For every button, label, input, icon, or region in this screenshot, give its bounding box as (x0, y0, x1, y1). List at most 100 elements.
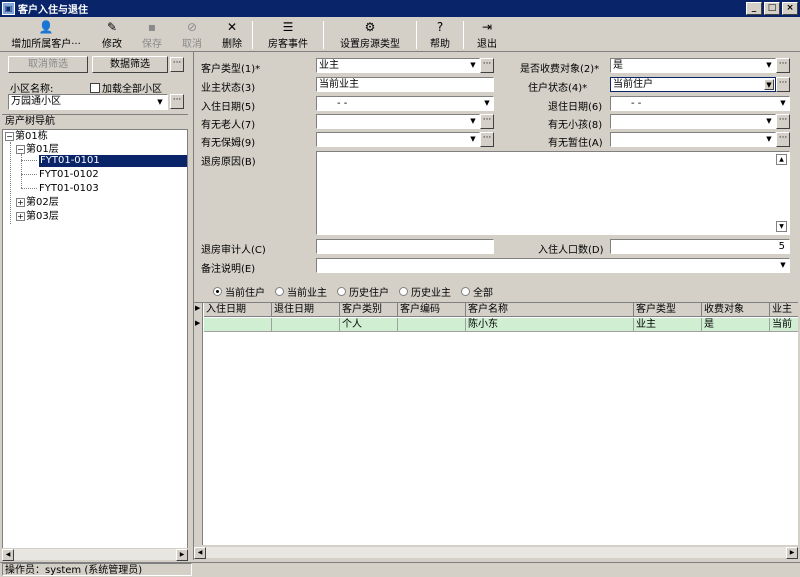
col-charge-target[interactable]: 收费对象 (702, 303, 770, 317)
elderly-more-button[interactable]: ··· (480, 114, 494, 129)
col-customer-category[interactable]: 客户类别 (340, 303, 398, 317)
exit-button[interactable]: ⇥ 退出 (464, 17, 510, 52)
tree-node-room-0103[interactable]: FYT01-0103 (39, 183, 99, 195)
remarks-label: 备注说明(E) (201, 264, 256, 275)
chevron-down-icon[interactable]: ▼ (154, 96, 166, 108)
owner-status-field[interactable]: 当前业主 (316, 77, 494, 92)
status-bar: 操作员：system (系统管理员) (0, 562, 800, 577)
temp-resident-more-button[interactable]: ··· (776, 132, 790, 147)
filter-more-button[interactable]: ··· (170, 57, 184, 72)
children-more-button[interactable]: ··· (776, 114, 790, 129)
scroll-right-icon[interactable]: ▶ (786, 547, 798, 559)
nanny-more-button[interactable]: ··· (480, 132, 494, 147)
community-more-button[interactable]: ··· (170, 94, 184, 109)
tenant-events-button[interactable]: ☰ 房客事件 (253, 17, 323, 52)
expand-icon[interactable]: + (16, 198, 25, 207)
chevron-down-icon[interactable]: ▼ (764, 79, 774, 90)
chevron-down-icon[interactable]: ▼ (764, 60, 774, 71)
chevron-down-icon[interactable]: ▼ (778, 260, 788, 271)
scroll-left-icon[interactable]: ◀ (194, 547, 206, 559)
community-select[interactable]: 万园通小区 ▼ (8, 94, 168, 110)
help-button[interactable]: ? 帮助 (417, 17, 463, 52)
grid-hscrollbar[interactable]: ◀ ▶ (194, 546, 798, 559)
chevron-down-icon[interactable]: ▼ (778, 98, 788, 109)
table-cell[interactable] (272, 318, 340, 332)
col-checkout-date[interactable]: 退住日期 (272, 303, 340, 317)
cancel-filter-button[interactable]: 取消筛选 (8, 56, 88, 73)
occupants-input[interactable]: 5 (610, 239, 790, 254)
table-cell[interactable] (398, 318, 466, 332)
chevron-down-icon[interactable]: ▼ (468, 116, 478, 127)
col-checkin-date[interactable]: 入住日期 (204, 303, 272, 317)
save-button[interactable]: ▪ 保存 (132, 17, 172, 52)
edit-button[interactable]: ✎ 修改 (92, 17, 132, 52)
table-cell[interactable]: 业主 (634, 318, 702, 332)
chevron-down-icon[interactable]: ▼ (764, 134, 774, 145)
radio-history-owner[interactable]: 历史业主 (399, 284, 451, 299)
is-charge-select[interactable]: 是 ▼ (610, 58, 776, 73)
set-house-type-button[interactable]: ⚙ 设置房源类型 (324, 17, 416, 52)
customer-type-select[interactable]: 业主 ▼ (316, 58, 480, 73)
radio-all[interactable]: 全部 (461, 284, 493, 299)
maximize-button[interactable]: □ (764, 2, 780, 15)
children-select[interactable]: ▼ (610, 114, 776, 129)
tree-node-floor3[interactable]: + 第03层 (16, 211, 59, 223)
collapse-icon[interactable]: − (16, 145, 25, 154)
resident-status-more-button[interactable]: ··· (776, 77, 790, 92)
tree-header: 房产树导航 (2, 114, 188, 128)
row-indicator-icon: ▶ (195, 319, 201, 327)
table-cell[interactable]: 是 (702, 318, 770, 332)
table-cell[interactable]: 个人 (340, 318, 398, 332)
checkout-date-picker[interactable]: - - ▼ (610, 96, 790, 111)
tree-node-room-0102[interactable]: FYT01-0102 (39, 169, 99, 181)
delete-button[interactable]: ✕ 删除 (212, 17, 252, 52)
minimize-button[interactable]: _ (746, 2, 762, 15)
col-owner[interactable]: 业主 (770, 303, 798, 317)
add-customer-button[interactable]: 👤 增加所属客户··· (0, 17, 92, 52)
chevron-down-icon[interactable]: ▼ (468, 60, 478, 71)
col-customer-type[interactable]: 客户类型 (634, 303, 702, 317)
scroll-up-icon[interactable]: ▲ (776, 154, 787, 165)
scroll-right-icon[interactable]: ▶ (176, 549, 188, 561)
collapse-icon[interactable]: − (5, 132, 14, 141)
cancel-button[interactable]: ⊘ 取消 (172, 17, 212, 52)
expand-icon[interactable]: + (16, 212, 25, 221)
is-charge-more-button[interactable]: ··· (776, 58, 790, 73)
table-cell[interactable]: 陈小东 (466, 318, 634, 332)
col-customer-name[interactable]: 客户名称 (466, 303, 634, 317)
tree-node-building[interactable]: − 第01栋 (5, 131, 48, 143)
auditor-input[interactable] (316, 239, 494, 254)
chevron-down-icon[interactable]: ▼ (468, 134, 478, 145)
window-title: 客户入住与退住 (18, 5, 88, 16)
load-all-checkbox[interactable]: 加载全部小区 (90, 80, 162, 95)
radio-current-resident[interactable]: 当前住户 (213, 284, 265, 299)
tree-hscrollbar[interactable]: ◀ ▶ (2, 548, 188, 561)
chevron-down-icon[interactable]: ▼ (482, 98, 492, 109)
radio-current-owner[interactable]: 当前业主 (275, 284, 327, 299)
elderly-select[interactable]: ▼ (316, 114, 480, 129)
radio-icon (213, 286, 222, 296)
table-cell[interactable] (204, 318, 272, 332)
tree-node-room-0101[interactable]: FYT01-0101 (39, 155, 187, 167)
table-cell[interactable]: 当前 (770, 318, 798, 332)
add-user-icon: 👤 (38, 20, 54, 34)
data-filter-button[interactable]: 数据筛选 (92, 56, 168, 73)
checkin-date-picker[interactable]: - - ▼ (316, 96, 494, 111)
chevron-down-icon[interactable]: ▼ (764, 116, 774, 127)
col-customer-code[interactable]: 客户编码 (398, 303, 466, 317)
customer-grid[interactable]: ▶ ▶ 入住日期 退住日期 客户类别 客户编码 客户名称 客户类型 收费对象 业… (194, 302, 798, 545)
tree-line (21, 160, 37, 161)
scroll-down-icon[interactable]: ▼ (776, 221, 787, 232)
radio-history-resident[interactable]: 历史住户 (337, 284, 389, 299)
scroll-left-icon[interactable]: ◀ (2, 549, 14, 561)
checkbox-icon (90, 83, 100, 93)
close-button[interactable]: × (782, 2, 798, 15)
remarks-select[interactable]: ▼ (316, 258, 790, 273)
temp-resident-select[interactable]: ▼ (610, 132, 776, 147)
customer-type-more-button[interactable]: ··· (480, 58, 494, 73)
property-tree[interactable]: − 第01栋 − 第01层 FYT01-0101 FYT01-0102 FYT01-… (2, 129, 188, 549)
nanny-select[interactable]: ▼ (316, 132, 480, 147)
resident-status-select[interactable]: 当前住户 ▼ (610, 77, 776, 92)
checkout-reason-textarea[interactable]: ▲ ▼ (316, 151, 790, 235)
tree-node-floor2[interactable]: + 第02层 (16, 197, 59, 209)
